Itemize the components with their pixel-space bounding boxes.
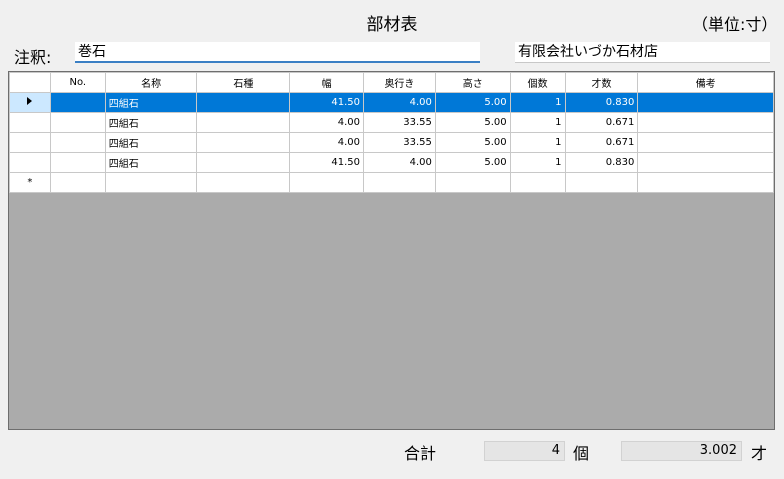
new-row-marker: * [9, 172, 51, 193]
cell-sai[interactable] [564, 172, 639, 193]
cell-no[interactable] [49, 92, 106, 113]
cell-stone[interactable] [196, 112, 291, 133]
cell-depth[interactable]: 4.00 [363, 92, 436, 113]
column-header-count[interactable]: 個数 [509, 72, 566, 93]
cell-note[interactable] [637, 152, 774, 173]
column-header-depth[interactable]: 奥行き [363, 72, 436, 93]
cell-name[interactable]: 四組石 [104, 132, 198, 153]
cell-note[interactable] [637, 132, 774, 153]
column-header-height[interactable]: 高さ [434, 72, 511, 93]
table-header-row: No. 名称 石種 幅 奥行き 高さ 個数 才数 備考 [9, 72, 774, 93]
total-count-field: 4 [484, 441, 565, 461]
total-label: 合計 [404, 444, 437, 463]
cell-width[interactable]: 4.00 [289, 132, 365, 153]
cell-height[interactable]: 5.00 [434, 132, 511, 153]
page-title: 部材表 [366, 15, 418, 35]
cell-count[interactable]: 1 [509, 112, 566, 133]
cell-count[interactable]: 1 [509, 132, 566, 153]
cell-width[interactable]: 41.50 [289, 152, 365, 173]
count-unit-label: 個 [573, 444, 590, 463]
annotation-input[interactable]: 巻石 [75, 42, 480, 63]
cell-no[interactable] [49, 132, 106, 153]
cell-sai[interactable]: 0.671 [564, 132, 639, 153]
cell-height[interactable]: 5.00 [434, 152, 511, 173]
row-header-corner[interactable] [9, 72, 51, 93]
cell-depth[interactable]: 33.55 [363, 112, 436, 133]
cell-depth[interactable]: 33.55 [363, 132, 436, 153]
cell-no[interactable] [49, 172, 106, 193]
cell-sai[interactable]: 0.830 [564, 152, 639, 173]
annotation-label: 注釈: [14, 48, 52, 67]
cell-note[interactable] [637, 92, 774, 113]
cell-height[interactable]: 5.00 [434, 92, 511, 113]
cell-height[interactable] [434, 172, 511, 193]
column-header-width[interactable]: 幅 [289, 72, 365, 93]
row-header[interactable] [9, 112, 51, 133]
row-header-current[interactable] [9, 92, 51, 113]
current-row-arrow-icon [27, 97, 33, 105]
cell-width[interactable]: 41.50 [289, 92, 365, 113]
row-header[interactable] [9, 152, 51, 173]
sai-unit-label: 才 [751, 444, 768, 463]
cell-stone[interactable] [196, 152, 291, 173]
table-row[interactable]: 四組石 41.50 4.00 5.00 1 0.830 [9, 92, 774, 113]
cell-name[interactable]: 四組石 [104, 92, 198, 113]
column-header-note[interactable]: 備考 [637, 72, 774, 93]
cell-height[interactable]: 5.00 [434, 112, 511, 133]
cell-name[interactable]: 四組石 [104, 112, 198, 133]
column-header-sai[interactable]: 才数 [564, 72, 639, 93]
cell-name[interactable]: 四組石 [104, 152, 198, 173]
column-header-stone[interactable]: 石種 [196, 72, 291, 93]
cell-sai[interactable]: 0.830 [564, 92, 639, 113]
company-input[interactable]: 有限会社いづか石材店 [515, 42, 770, 63]
unit-label: （単位:寸） [692, 15, 778, 34]
cell-no[interactable] [49, 112, 106, 133]
table-row[interactable]: 四組石 41.50 4.00 5.00 1 0.830 [9, 152, 774, 173]
parts-grid[interactable]: No. 名称 石種 幅 奥行き 高さ 個数 才数 備考 四組石 41.50 4.… [8, 71, 775, 430]
cell-count[interactable]: 1 [509, 152, 566, 173]
cell-stone[interactable] [196, 172, 291, 193]
cell-name[interactable] [104, 172, 198, 193]
table-row[interactable]: 四組石 4.00 33.55 5.00 1 0.671 [9, 132, 774, 153]
cell-note[interactable] [637, 112, 774, 133]
cell-depth[interactable]: 4.00 [363, 152, 436, 173]
cell-depth[interactable] [363, 172, 436, 193]
cell-note[interactable] [637, 172, 774, 193]
cell-sai[interactable]: 0.671 [564, 112, 639, 133]
cell-width[interactable] [289, 172, 365, 193]
cell-stone[interactable] [196, 92, 291, 113]
row-header[interactable] [9, 132, 51, 153]
column-header-no[interactable]: No. [49, 72, 106, 93]
cell-count[interactable] [509, 172, 566, 193]
cell-no[interactable] [49, 152, 106, 173]
cell-width[interactable]: 4.00 [289, 112, 365, 133]
parts-table: No. 名称 石種 幅 奥行き 高さ 個数 才数 備考 四組石 41.50 4.… [9, 72, 774, 193]
column-header-name[interactable]: 名称 [104, 72, 198, 93]
new-row[interactable]: * [9, 172, 774, 193]
total-sai-field: 3.002 [621, 441, 742, 461]
cell-count[interactable]: 1 [509, 92, 566, 113]
cell-stone[interactable] [196, 132, 291, 153]
table-row[interactable]: 四組石 4.00 33.55 5.00 1 0.671 [9, 112, 774, 133]
